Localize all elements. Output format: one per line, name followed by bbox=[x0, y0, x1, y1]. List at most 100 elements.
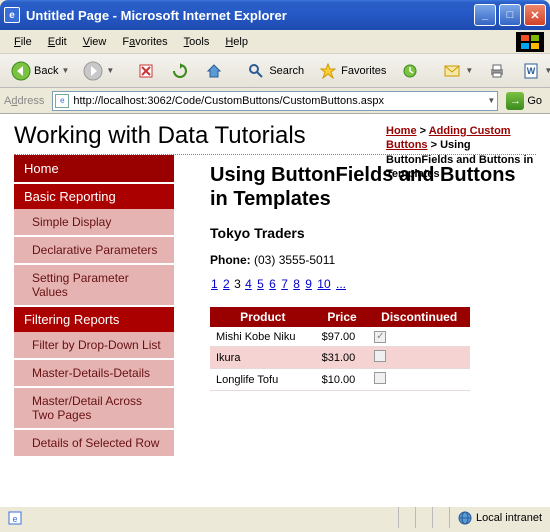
phone-value: (03) 3555-5011 bbox=[254, 253, 335, 267]
svg-text:e: e bbox=[12, 514, 17, 524]
cell-discontinued bbox=[368, 369, 470, 391]
status-seg bbox=[398, 507, 415, 528]
sidebar: Home Basic Reporting Simple Display Decl… bbox=[14, 155, 174, 458]
go-icon: → bbox=[506, 92, 524, 110]
status-page-icon: e bbox=[0, 507, 30, 528]
cell-discontinued bbox=[368, 347, 470, 369]
nav-item-setting-parameter-values[interactable]: Setting Parameter Values bbox=[14, 265, 174, 307]
menu-view[interactable]: View bbox=[75, 34, 115, 50]
nav-item-details-selected-row[interactable]: Details of Selected Row bbox=[14, 430, 174, 458]
svg-text:W: W bbox=[527, 66, 536, 76]
stop-button[interactable] bbox=[131, 58, 161, 84]
forward-icon bbox=[83, 61, 103, 81]
cell-price: $10.00 bbox=[316, 369, 369, 391]
menu-help[interactable]: Help bbox=[217, 34, 256, 50]
nav-group-basic-reporting[interactable]: Basic Reporting bbox=[14, 184, 174, 209]
supplier-name: Tokyo Traders bbox=[210, 225, 536, 241]
go-button[interactable]: → Go bbox=[502, 91, 546, 111]
address-bar: Address e http://localhost:3062/Code/Cus… bbox=[0, 88, 550, 114]
window-title: Untitled Page - Microsoft Internet Explo… bbox=[26, 8, 474, 23]
address-url: http://localhost:3062/Code/CustomButtons… bbox=[73, 95, 384, 107]
pager-9[interactable]: 9 bbox=[305, 277, 312, 291]
back-label: Back bbox=[34, 65, 58, 77]
table-row: Mishi Kobe Niku $97.00 bbox=[210, 327, 470, 347]
search-button[interactable]: Search bbox=[241, 58, 309, 84]
pager-4[interactable]: 4 bbox=[245, 277, 252, 291]
stop-icon bbox=[136, 61, 156, 81]
nav-group-filtering-reports[interactable]: Filtering Reports bbox=[14, 307, 174, 332]
home-icon bbox=[204, 61, 224, 81]
table-row: Longlife Tofu $10.00 bbox=[210, 369, 470, 391]
menu-file[interactable]: File bbox=[6, 34, 40, 50]
refresh-button[interactable] bbox=[165, 58, 195, 84]
close-button[interactable]: ✕ bbox=[524, 4, 546, 26]
print-icon bbox=[487, 61, 507, 81]
nav-item-declarative-parameters[interactable]: Declarative Parameters bbox=[14, 237, 174, 265]
history-icon bbox=[400, 61, 420, 81]
checkbox-icon bbox=[374, 372, 386, 384]
menu-tools[interactable]: Tools bbox=[176, 34, 218, 50]
col-discontinued: Discontinued bbox=[368, 307, 470, 327]
mail-button[interactable]: ▼ bbox=[437, 58, 478, 84]
forward-button[interactable]: ▼ bbox=[78, 58, 119, 84]
pager-more[interactable]: ... bbox=[336, 277, 346, 291]
table-row: Ikura $31.00 bbox=[210, 347, 470, 369]
status-zone-label: Local intranet bbox=[476, 512, 542, 524]
pager-8[interactable]: 8 bbox=[293, 277, 300, 291]
menubar: File Edit View Favorites Tools Help bbox=[0, 30, 550, 54]
pager-2[interactable]: 2 bbox=[223, 277, 230, 291]
cell-price: $97.00 bbox=[316, 327, 369, 347]
phone-label: Phone: bbox=[210, 253, 251, 267]
address-field[interactable]: e http://localhost:3062/Code/CustomButto… bbox=[52, 91, 498, 111]
cell-product: Mishi Kobe Niku bbox=[210, 327, 316, 347]
window-buttons: _ □ ✕ bbox=[474, 4, 546, 26]
nav-item-master-detail-two-pages[interactable]: Master/Detail Across Two Pages bbox=[14, 388, 174, 430]
pager-10[interactable]: 10 bbox=[317, 277, 330, 291]
checkbox-icon bbox=[374, 350, 386, 362]
nav-item-filter-dropdown[interactable]: Filter by Drop-Down List bbox=[14, 332, 174, 360]
cell-discontinued bbox=[368, 327, 470, 347]
print-button[interactable] bbox=[482, 58, 512, 84]
edit-button[interactable]: W▼ bbox=[516, 58, 550, 84]
pager-6[interactable]: 6 bbox=[269, 277, 276, 291]
edit-dropdown-icon: ▼ bbox=[544, 66, 550, 75]
address-label: Address bbox=[4, 95, 48, 107]
cell-product: Ikura bbox=[210, 347, 316, 369]
nav-item-simple-display[interactable]: Simple Display bbox=[14, 209, 174, 237]
pager-3-current: 3 bbox=[234, 277, 241, 291]
page-content: Working with Data Tutorials Home > Addin… bbox=[0, 114, 550, 506]
mail-icon bbox=[442, 61, 462, 81]
maximize-button[interactable]: □ bbox=[499, 4, 521, 26]
address-dropdown-icon[interactable]: ▼ bbox=[487, 96, 495, 105]
breadcrumb-home[interactable]: Home bbox=[386, 125, 417, 137]
pager-7[interactable]: 7 bbox=[281, 277, 288, 291]
favorites-label: Favorites bbox=[341, 65, 386, 77]
phone-row: Phone: (03) 3555-5011 bbox=[210, 253, 536, 267]
menu-edit[interactable]: Edit bbox=[40, 34, 75, 50]
minimize-button[interactable]: _ bbox=[474, 4, 496, 26]
refresh-icon bbox=[170, 61, 190, 81]
back-button[interactable]: Back ▼ bbox=[6, 58, 74, 84]
ie-icon: e bbox=[4, 7, 20, 23]
col-price: Price bbox=[316, 307, 369, 327]
search-icon bbox=[246, 61, 266, 81]
status-seg bbox=[415, 507, 432, 528]
pager: 1 2 3 4 5 6 7 8 9 10 ... bbox=[210, 277, 536, 291]
status-bar: e Local intranet bbox=[0, 506, 550, 528]
pager-5[interactable]: 5 bbox=[257, 277, 264, 291]
nav-item-master-details-details[interactable]: Master-Details-Details bbox=[14, 360, 174, 388]
windows-logo bbox=[516, 32, 544, 52]
main-content: Using ButtonFields and Buttons in Templa… bbox=[174, 155, 536, 458]
favorites-button[interactable]: Favorites bbox=[313, 58, 391, 84]
go-label: Go bbox=[527, 95, 542, 107]
status-seg bbox=[432, 507, 449, 528]
home-button[interactable] bbox=[199, 58, 229, 84]
products-table: Product Price Discontinued Mishi Kobe Ni… bbox=[210, 307, 470, 391]
history-button[interactable] bbox=[395, 58, 425, 84]
back-icon bbox=[11, 61, 31, 81]
nav-home[interactable]: Home bbox=[14, 155, 174, 182]
menu-favorites[interactable]: Favorites bbox=[114, 34, 175, 50]
pager-1[interactable]: 1 bbox=[211, 277, 218, 291]
col-product: Product bbox=[210, 307, 316, 327]
status-zone: Local intranet bbox=[449, 507, 550, 528]
